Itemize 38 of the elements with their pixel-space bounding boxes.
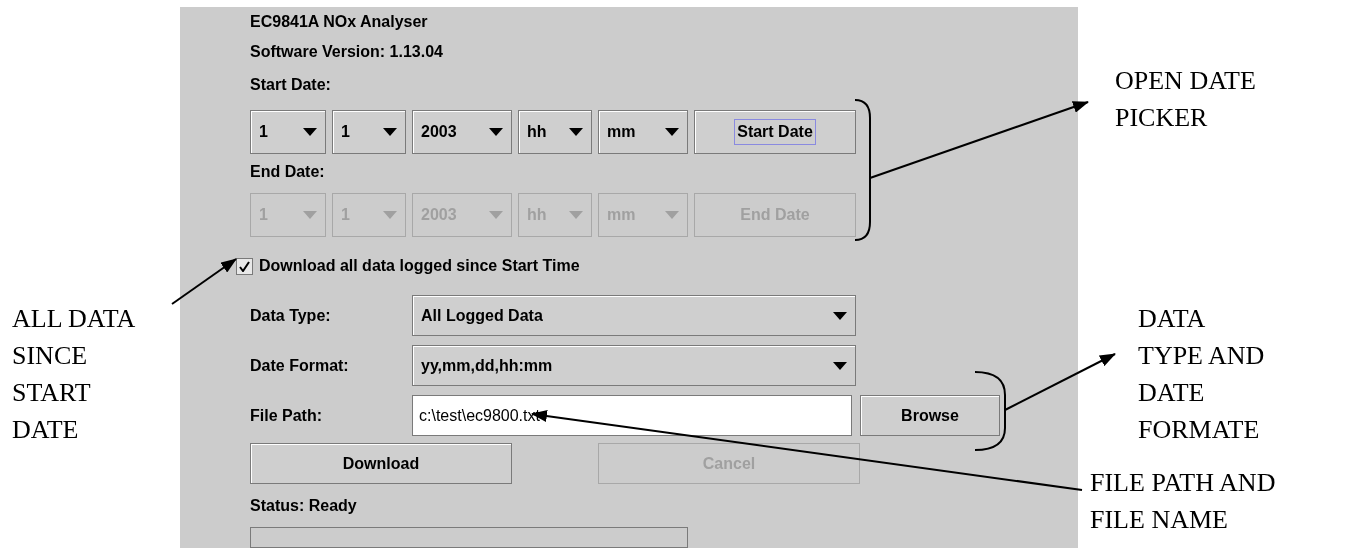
date-button[interactable]: Start Date bbox=[694, 110, 856, 154]
checkmark-icon bbox=[239, 260, 250, 272]
dropdown-caret-icon bbox=[569, 211, 583, 219]
dropdown-caret-icon bbox=[833, 311, 847, 320]
dropdown[interactable]: All Logged Data bbox=[412, 295, 856, 336]
checkbox-label: Download all data logged since Start Time bbox=[259, 256, 580, 276]
field-label: End Date: bbox=[250, 162, 326, 182]
dropdown-caret-icon bbox=[489, 211, 503, 219]
dropdown-caret-icon bbox=[665, 128, 679, 136]
dropdown-caret-icon bbox=[489, 128, 503, 136]
annotation-text: ALL DATA SINCE START DATE bbox=[12, 303, 136, 446]
dropdown-caret-icon bbox=[303, 211, 317, 219]
field-label: Data Type: bbox=[250, 305, 332, 326]
dropdown[interactable]: 1 bbox=[332, 110, 406, 154]
dropdown-caret-icon bbox=[303, 128, 317, 136]
dropdown[interactable]: 1 bbox=[250, 110, 326, 154]
action-button[interactable]: Download bbox=[250, 443, 512, 484]
dropdown-caret-icon bbox=[383, 211, 397, 219]
field-label: File Path: bbox=[250, 405, 323, 426]
dropdown[interactable]: hh bbox=[518, 110, 592, 154]
version-text: Software Version: 1.13.04 bbox=[250, 42, 444, 62]
field-label: Start Date: bbox=[250, 75, 332, 95]
dropdown[interactable]: mm bbox=[598, 110, 688, 154]
app-title: EC9841A NOx Analyser bbox=[250, 12, 429, 32]
dropdown[interactable]: 2003 bbox=[412, 110, 512, 154]
field-label: Date Format: bbox=[250, 355, 350, 376]
dropdown-caret-icon bbox=[665, 211, 679, 219]
arrow bbox=[171, 258, 237, 305]
checkbox[interactable] bbox=[236, 257, 253, 275]
dropdown-caret-icon bbox=[833, 361, 847, 370]
dropdown-caret-icon bbox=[569, 128, 583, 136]
browse-button[interactable]: Browse bbox=[860, 395, 1000, 436]
dropdown-caret-icon bbox=[383, 128, 397, 136]
annotation-text: DATA TYPE AND DATE FORMATE bbox=[1138, 303, 1265, 446]
status-text: Status: Ready bbox=[250, 495, 358, 516]
dropdown[interactable]: yy,mm,dd,hh:mm bbox=[412, 345, 856, 386]
annotation-text: FILE PATH AND FILE NAME bbox=[1090, 467, 1276, 536]
annotation-text: OPEN DATE PICKER bbox=[1115, 65, 1256, 134]
